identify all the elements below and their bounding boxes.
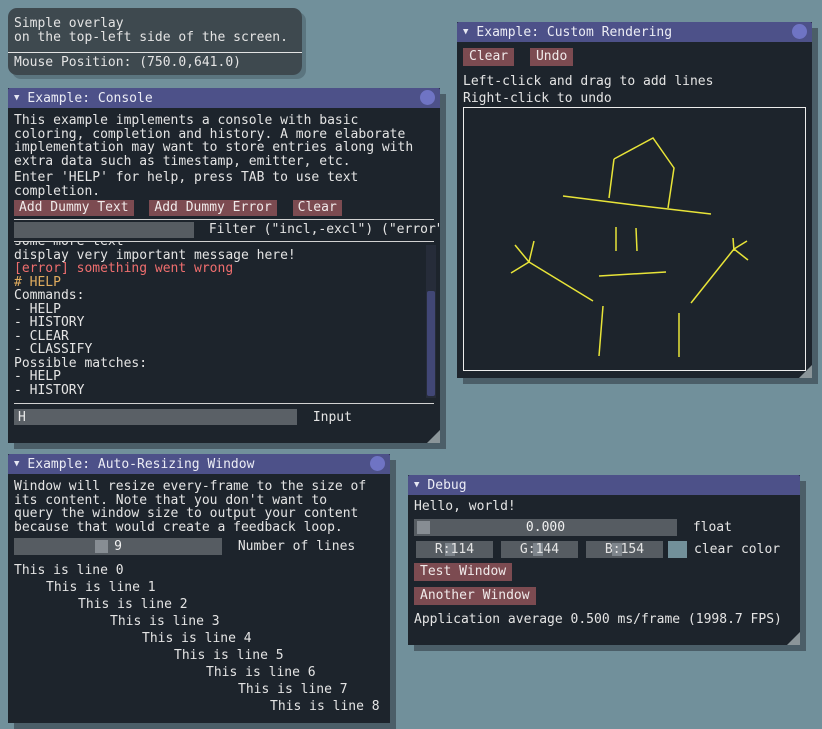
auto-resizing-window: ▼ Example: Auto-Resizing Window Window w… xyxy=(8,454,390,723)
log-line: display very important message here! xyxy=(14,249,434,263)
overlay-separator xyxy=(8,52,302,53)
clear-color-label: clear color xyxy=(694,541,780,558)
log-line: - HELP xyxy=(14,370,434,384)
custom-rendering-titlebar[interactable]: ▼ Example: Custom Rendering xyxy=(457,22,812,42)
float-slider-value: 0.000 xyxy=(414,519,677,536)
color-edit-g-drag[interactable]: G:144 xyxy=(501,541,578,558)
resize-grip[interactable] xyxy=(799,365,812,378)
add-dummy-text-button[interactable]: Add Dummy Text xyxy=(14,200,134,216)
close-icon[interactable] xyxy=(420,90,435,105)
separator xyxy=(14,403,434,404)
log-line: Possible matches: xyxy=(14,357,434,371)
canvas-hint-2: Right-click to undo xyxy=(463,91,612,106)
mouse-position-label: Mouse Position: (750.0,641.0) xyxy=(14,56,241,70)
log-line: # HELP xyxy=(14,276,434,290)
drawing-canvas[interactable] xyxy=(463,107,806,371)
canvas-undo-button[interactable]: Undo xyxy=(530,48,573,66)
color-edit-r-drag[interactable]: R:114 xyxy=(416,541,493,558)
console-log[interactable]: some more textdisplay very important mes… xyxy=(14,242,434,400)
console-description: This example implements a console with b… xyxy=(14,114,413,168)
log-line: - CLEAR xyxy=(14,330,434,344)
log-line: [error] something went wrong xyxy=(14,262,434,276)
debug-window: ▼ Debug Hello, world! 0.000 float R:114 … xyxy=(408,475,800,645)
list-item: This is line 8 xyxy=(14,698,380,715)
color-edit-r-value: R:114 xyxy=(435,542,474,557)
autoresize-lines: This is line 0This is line 1This is line… xyxy=(14,562,380,715)
canvas-clear-button[interactable]: Clear xyxy=(463,48,514,66)
collapse-arrow-icon[interactable]: ▼ xyxy=(463,27,468,37)
log-line: - CLASSIFY xyxy=(14,343,434,357)
slider-value: 9 xyxy=(14,538,222,555)
log-line: Commands: xyxy=(14,289,434,303)
fps-stats-text: Application average 0.500 ms/frame (1998… xyxy=(414,612,782,627)
add-dummy-error-button[interactable]: Add Dummy Error xyxy=(149,200,276,216)
debug-window-title: Debug xyxy=(427,478,466,493)
custom-rendering-window-title: Example: Custom Rendering xyxy=(476,25,672,40)
overlay-text: Simple overlay xyxy=(14,17,124,31)
color-edit-b-value: B:154 xyxy=(605,542,644,557)
number-of-lines-label: Number of lines xyxy=(238,539,355,554)
collapse-arrow-icon[interactable]: ▼ xyxy=(414,480,419,490)
input-label: Input xyxy=(313,410,352,425)
console-help-text: Enter 'HELP' for help, press TAB to use … xyxy=(14,171,358,198)
list-item: This is line 3 xyxy=(14,613,380,630)
filter-label: Filter ("incl,-excl") ("error" xyxy=(209,222,440,237)
list-item: This is line 1 xyxy=(14,579,380,596)
list-item: This is line 7 xyxy=(14,681,380,698)
auto-resizing-window-title: Example: Auto-Resizing Window xyxy=(27,457,254,472)
console-titlebar[interactable]: ▼ Example: Console xyxy=(8,88,440,108)
clear-color-swatch[interactable] xyxy=(668,541,687,558)
resize-grip[interactable] xyxy=(787,632,800,645)
console-command-input[interactable] xyxy=(14,409,297,425)
scrollbar-thumb[interactable] xyxy=(427,291,435,397)
auto-resize-description: Window will resize every-frame to the si… xyxy=(14,480,366,534)
list-item: This is line 6 xyxy=(14,664,380,681)
list-item: This is line 2 xyxy=(14,596,380,613)
close-icon[interactable] xyxy=(370,456,385,471)
number-of-lines-slider[interactable]: 9 xyxy=(14,538,222,555)
separator xyxy=(14,219,434,220)
canvas-hint-1: Left-click and drag to add lines xyxy=(463,74,713,89)
color-edit-g-value: G:144 xyxy=(520,542,559,557)
collapse-arrow-icon[interactable]: ▼ xyxy=(14,93,19,103)
log-line: - HELP xyxy=(14,303,434,317)
resize-grip[interactable] xyxy=(427,430,440,443)
close-icon[interactable] xyxy=(792,24,807,39)
color-edit-b-drag[interactable]: B:154 xyxy=(586,541,663,558)
drawing-svg xyxy=(464,108,805,370)
collapse-arrow-icon[interactable]: ▼ xyxy=(14,459,19,469)
list-item: This is line 0 xyxy=(14,562,380,579)
list-item: This is line 5 xyxy=(14,647,380,664)
debug-titlebar[interactable]: ▼ Debug xyxy=(408,475,800,495)
test-window-button[interactable]: Test Window xyxy=(414,563,512,581)
scrollbar[interactable] xyxy=(426,245,436,398)
log-line: - HISTORY xyxy=(14,384,434,398)
custom-rendering-window: ▼ Example: Custom Rendering Clear Undo L… xyxy=(457,22,812,378)
overlay-text-2: on the top-left side of the screen. xyxy=(14,31,288,45)
filter-input[interactable] xyxy=(14,222,194,238)
clear-button[interactable]: Clear xyxy=(293,200,342,216)
console-window: ▼ Example: Console This example implemen… xyxy=(8,88,440,443)
log-line: - HISTORY xyxy=(14,316,434,330)
auto-resizing-titlebar[interactable]: ▼ Example: Auto-Resizing Window xyxy=(8,454,390,474)
float-slider[interactable]: 0.000 xyxy=(414,519,677,536)
another-window-button[interactable]: Another Window xyxy=(414,587,536,605)
console-window-title: Example: Console xyxy=(27,91,152,106)
list-item: This is line 4 xyxy=(14,630,380,647)
simple-overlay: Simple overlay on the top-left side of t… xyxy=(8,8,302,75)
float-label: float xyxy=(693,520,732,535)
hello-world-text: Hello, world! xyxy=(414,499,516,514)
